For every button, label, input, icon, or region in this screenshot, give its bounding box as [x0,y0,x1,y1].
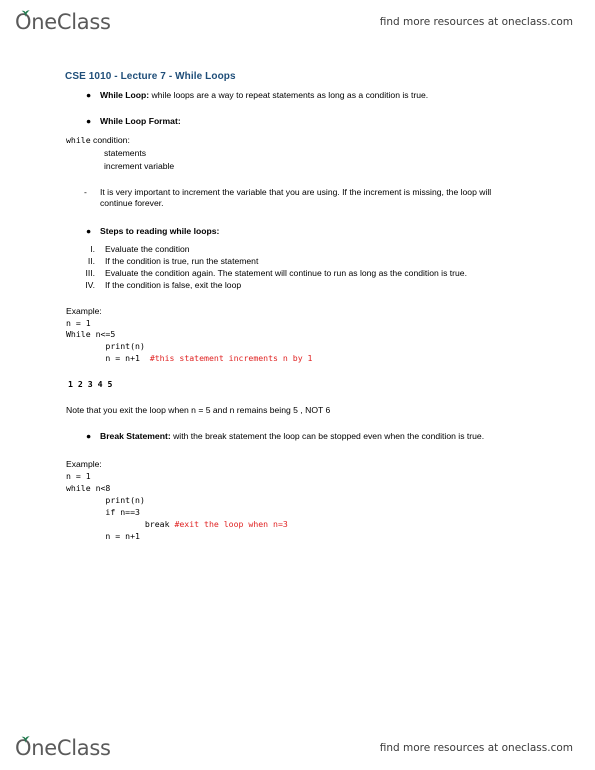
note-increment-importance: - It is very important to increment the … [0,187,595,211]
list-item: III. Evaluate the condition again. The s… [0,268,595,280]
note-increment-text: It is very important to increment the va… [100,186,492,209]
bullet-marker-icon: ● [86,431,92,442]
bullet-marker-icon: ● [86,115,92,126]
while-loop-label: While Loop: [100,90,150,100]
step-text: Evaluate the condition again. The statem… [105,267,467,278]
footer-brand-logo: OneClass [15,735,111,759]
leaf-icon [21,735,30,742]
format-increment-text: increment variable [104,160,175,171]
bullet-steps-to-reading: ● Steps to reading while loops: [0,226,595,238]
header-brand-logo: OneClass [15,9,111,33]
code-line: n = 1 [66,317,91,328]
example2-code-block: n = 1 while n<8 print(n) if n==3 break #… [0,471,595,543]
code-line: if n==3 [66,506,140,517]
bullet-while-loop-format: ● While Loop Format: [0,116,595,128]
break-statement-text: with the break statement the loop can be… [170,431,485,442]
code-line: While n<=5 [66,329,116,340]
bullet-while-loop: ● While Loop: while loops are a way to r… [0,90,595,102]
code-line: print(n) [66,341,145,352]
code-line: n = n+1 [66,353,150,364]
roman-numeral: I. [90,244,95,255]
break-statement-label: Break Statement: [100,431,171,442]
note-exit-loop-text: Note that you exit the loop when n = 5 a… [66,405,331,416]
while-loop-text: while loops are a way to repeat statemen… [149,90,429,100]
while-loop-format-label: While Loop Format: [100,115,181,126]
step-text: If the condition is true, run the statem… [105,256,259,267]
page-footer: OneClass find more resources at oneclass… [0,726,595,770]
header-promo-text: find more resources at oneclass.com [379,16,573,28]
step-text: If the condition is false, exit the loop [105,279,242,290]
bullet-marker-icon: ● [86,226,92,237]
steps-label: Steps to reading while loops: [100,226,220,237]
bullet-break-statement: ● Break Statement: with the break statem… [0,431,595,443]
code-comment: #exit the loop when n=3 [174,518,288,529]
code-line: n = n+1 [66,530,140,541]
code-line: print(n) [66,494,145,505]
list-item: IV. If the condition is false, exit the … [0,280,595,292]
code-line: while n<8 [66,482,111,493]
output-line: 3 [87,379,93,390]
code-line: break [66,518,175,529]
page-title: CSE 1010 - Lecture 7 - While Loops [65,71,236,82]
roman-numeral: II. [87,256,95,267]
roman-numeral: IV. [85,279,95,290]
output-line: 5 [107,379,113,390]
example2-label: Example: [66,459,102,470]
code-comment: #this statement increments n by 1 [149,353,313,364]
code-line: n = 1 [66,470,91,481]
while-format-block: while condition: statements increment va… [0,134,595,173]
format-condition-text: condition: [90,134,130,145]
output-line: 1 [68,379,73,390]
list-item: II. If the condition is true, run the st… [0,256,595,268]
roman-numeral: III. [85,267,95,278]
document-content: ● While Loop: while loops are a way to r… [0,90,595,543]
dash-marker-icon: - [84,186,87,197]
page-header: OneClass find more resources at oneclass… [0,0,595,44]
format-statements-text: statements [104,147,147,158]
example1-label: Example: [66,305,102,316]
leaf-icon [21,9,30,16]
footer-promo-text: find more resources at oneclass.com [379,742,573,754]
example1-output: 1 2 3 4 5 [0,379,595,391]
step-text: Evaluate the condition [105,244,190,255]
output-line: 4 [97,379,103,390]
example1-code-block: n = 1 While n<=5 print(n) n = n+1 #this … [0,318,595,366]
output-line: 2 [77,379,83,390]
bullet-marker-icon: ● [86,90,92,100]
list-item: I. Evaluate the condition [0,244,595,256]
format-keyword-while: while [66,134,91,145]
